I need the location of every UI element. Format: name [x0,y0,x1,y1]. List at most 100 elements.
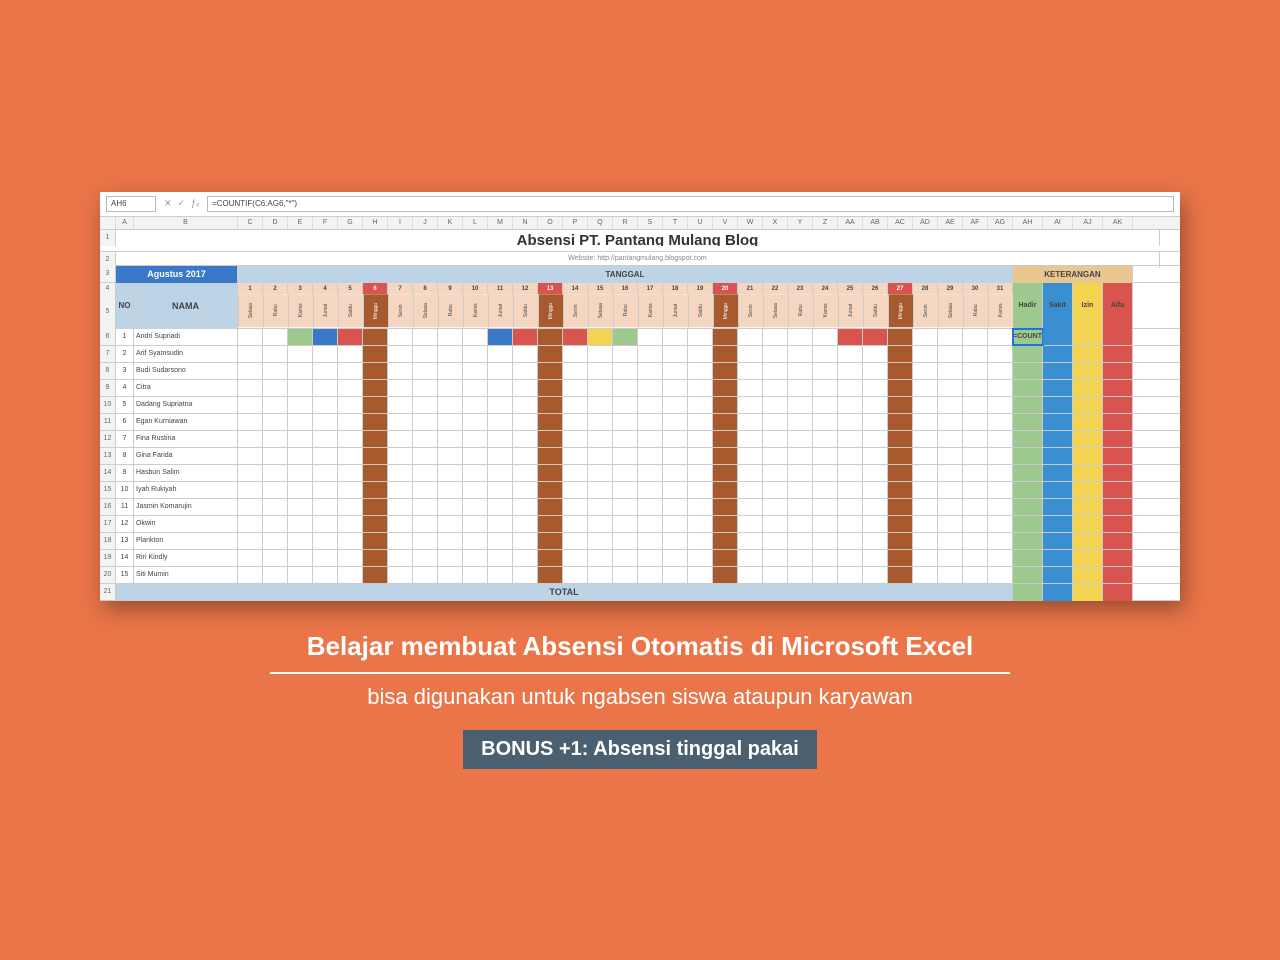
day-cell[interactable] [313,346,338,362]
day-cell[interactable] [788,431,813,447]
day-cell[interactable] [413,465,438,481]
day-cell[interactable] [763,397,788,413]
day-cell[interactable] [538,550,563,566]
day-cell[interactable] [288,482,313,498]
name-box[interactable]: AH6 [106,196,156,212]
day-cell[interactable] [388,465,413,481]
day-cell[interactable] [663,329,688,345]
day-cell[interactable] [563,414,588,430]
day-cell[interactable] [613,431,638,447]
day-cell[interactable] [238,329,263,345]
day-cell[interactable] [888,516,913,532]
day-cell[interactable] [788,567,813,583]
row-number[interactable]: 12 [100,431,116,447]
day-cell[interactable] [788,516,813,532]
col-header[interactable]: AG [988,217,1013,229]
day-cell[interactable] [738,465,763,481]
ket-cell[interactable] [1103,346,1133,362]
day-cell[interactable] [463,431,488,447]
day-cell[interactable] [688,380,713,396]
day-cell[interactable] [863,380,888,396]
day-cell[interactable] [763,380,788,396]
col-header[interactable]: E [288,217,313,229]
no-cell[interactable]: 1 [116,329,134,345]
col-header[interactable]: AF [963,217,988,229]
day-cell[interactable] [913,380,938,396]
day-cell[interactable] [263,533,288,549]
col-header[interactable]: AE [938,217,963,229]
day-cell[interactable] [763,363,788,379]
day-cell[interactable] [663,567,688,583]
day-cell[interactable] [988,431,1013,447]
col-header[interactable]: T [663,217,688,229]
day-cell[interactable] [788,499,813,515]
day-cell[interactable] [713,346,738,362]
day-cell[interactable] [988,346,1013,362]
day-cell[interactable] [338,329,363,345]
col-header[interactable]: G [338,217,363,229]
nama-cell[interactable]: Egan Kurniawan [134,414,238,430]
col-header[interactable]: X [763,217,788,229]
day-cell[interactable] [763,482,788,498]
no-cell[interactable]: 4 [116,380,134,396]
day-cell[interactable] [688,482,713,498]
day-cell[interactable] [313,329,338,345]
day-cell[interactable] [763,465,788,481]
day-cell[interactable] [588,499,613,515]
day-cell[interactable] [588,363,613,379]
day-cell[interactable] [738,482,763,498]
day-cell[interactable] [763,414,788,430]
day-cell[interactable] [338,482,363,498]
day-cell[interactable] [988,380,1013,396]
day-cell[interactable] [888,550,913,566]
day-cell[interactable] [438,465,463,481]
ket-cell[interactable] [1043,567,1073,583]
day-cell[interactable] [738,550,763,566]
day-cell[interactable] [538,414,563,430]
day-cell[interactable] [738,448,763,464]
day-cell[interactable] [863,363,888,379]
ket-cell[interactable] [1103,550,1133,566]
day-cell[interactable] [863,550,888,566]
day-cell[interactable] [988,397,1013,413]
day-cell[interactable] [488,363,513,379]
day-cell[interactable] [888,499,913,515]
day-cell[interactable] [938,533,963,549]
ket-cell[interactable] [1043,397,1073,413]
day-cell[interactable] [338,448,363,464]
day-cell[interactable] [888,465,913,481]
day-cell[interactable] [963,550,988,566]
day-cell[interactable] [888,448,913,464]
col-header[interactable]: A [116,217,134,229]
day-cell[interactable] [638,380,663,396]
day-cell[interactable] [588,516,613,532]
day-cell[interactable] [638,329,663,345]
ket-cell[interactable] [1013,414,1043,430]
day-cell[interactable] [413,550,438,566]
ket-cell[interactable] [1073,516,1103,532]
ket-cell[interactable] [1103,448,1133,464]
day-cell[interactable] [488,516,513,532]
day-cell[interactable] [963,499,988,515]
row-number[interactable]: 20 [100,567,116,583]
ket-cell[interactable] [1013,465,1043,481]
day-cell[interactable] [763,499,788,515]
day-cell[interactable] [438,329,463,345]
day-cell[interactable] [488,567,513,583]
day-cell[interactable] [838,482,863,498]
day-cell[interactable] [238,482,263,498]
day-cell[interactable] [713,414,738,430]
row-number[interactable]: 14 [100,465,116,481]
day-cell[interactable] [238,550,263,566]
day-cell[interactable] [913,516,938,532]
day-cell[interactable] [488,533,513,549]
day-cell[interactable] [288,397,313,413]
day-cell[interactable] [988,465,1013,481]
day-cell[interactable] [638,533,663,549]
day-cell[interactable] [638,414,663,430]
day-cell[interactable] [563,533,588,549]
col-header[interactable]: AH [1013,217,1043,229]
day-cell[interactable] [688,346,713,362]
day-cell[interactable] [588,329,613,345]
day-cell[interactable] [788,533,813,549]
